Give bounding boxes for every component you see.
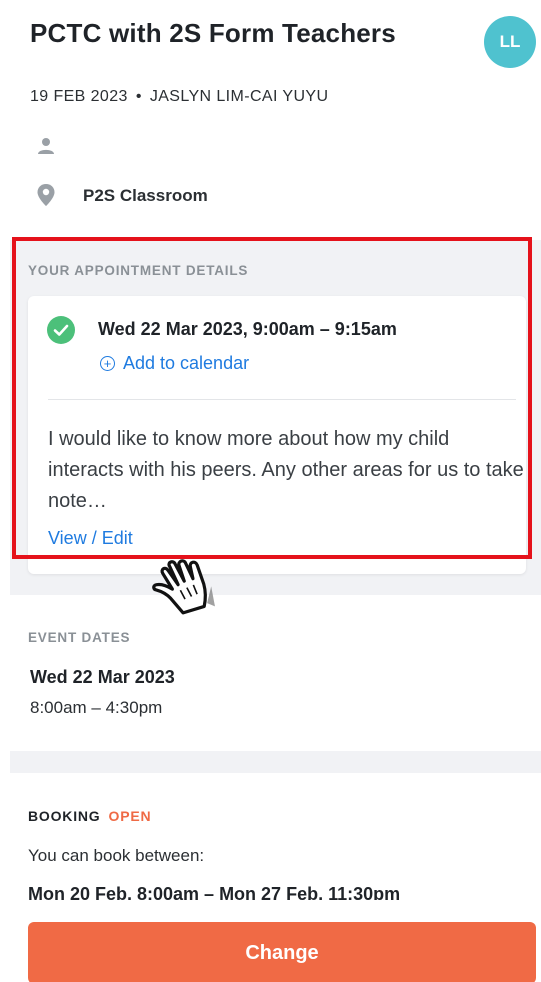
teacher-name: JASLYN LIM-CAI YUYU <box>149 88 329 105</box>
event-time-value: 8:00am – 4:30pm <box>30 698 163 717</box>
hand-pointer-icon <box>152 559 215 615</box>
location-label: P2S Classroom <box>83 186 208 205</box>
avatar[interactable]: LL <box>484 16 536 68</box>
event-dates-label: EVENT DATES <box>28 630 131 645</box>
booking-heading: BOOKING OPEN <box>28 808 151 824</box>
person-icon <box>38 138 54 154</box>
location-pin-icon <box>37 184 55 206</box>
change-button[interactable]: Change <box>28 922 536 982</box>
event-date-value: Wed 22 Mar 2023 <box>30 667 175 687</box>
booking-status-badge: OPEN <box>108 808 152 824</box>
event-meta: 19 FEB 2023 • JASLYN LIM-CAI YUYU <box>30 88 328 106</box>
highlight-box <box>12 237 532 559</box>
section-divider <box>10 751 541 773</box>
booking-between-text: You can book between: <box>28 846 205 865</box>
booking-label: BOOKING <box>28 808 101 824</box>
appointment-detail-page: PCTC with 2S Form Teachers LL 19 FEB 202… <box>0 0 541 982</box>
meta-separator: • <box>135 88 142 105</box>
event-date: 19 FEB 2023 <box>30 88 128 105</box>
page-title: PCTC with 2S Form Teachers <box>30 18 396 48</box>
